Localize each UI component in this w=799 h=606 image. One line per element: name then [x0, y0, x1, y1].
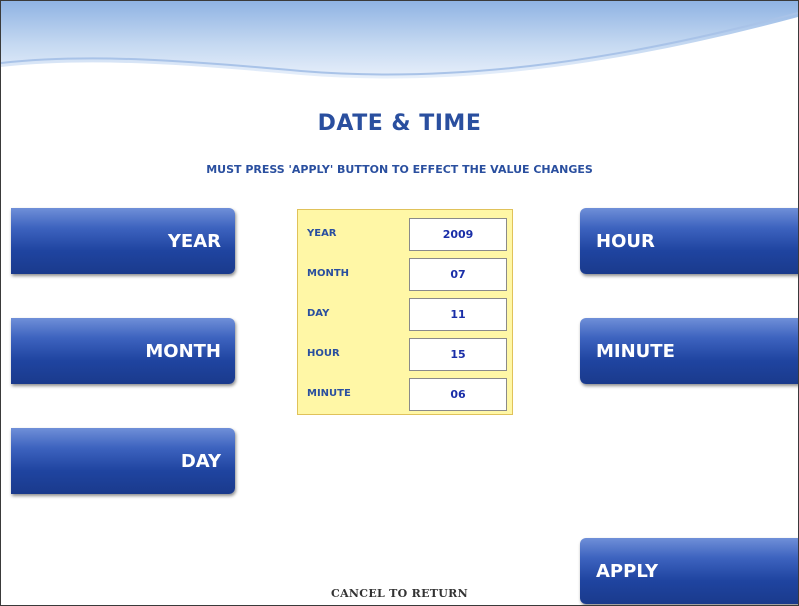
year-row: YEAR 2009 — [298, 218, 514, 254]
hour-button-label: HOUR — [596, 230, 655, 252]
hour-row: HOUR 15 — [298, 338, 514, 374]
page-title: DATE & TIME — [317, 111, 482, 136]
apply-instruction: MUST PRESS 'APPLY' BUTTON TO EFFECT THE … — [206, 163, 593, 176]
minute-button[interactable]: MINUTE — [580, 318, 798, 384]
minute-label: MINUTE — [307, 388, 351, 399]
day-row: DAY 11 — [298, 298, 514, 334]
minute-row: MINUTE 06 — [298, 378, 514, 414]
day-value: 11 — [409, 298, 507, 331]
cancel-to-return-hint: CANCEL TO RETURN — [331, 587, 468, 600]
month-button[interactable]: MONTH — [11, 318, 235, 384]
year-button[interactable]: YEAR — [11, 208, 235, 274]
hour-label: HOUR — [307, 348, 340, 359]
day-button-label: DAY — [180, 450, 221, 472]
hour-button[interactable]: HOUR — [580, 208, 798, 274]
month-label: MONTH — [307, 268, 350, 279]
minute-button-label: MINUTE — [596, 340, 675, 362]
hour-value: 15 — [409, 338, 507, 371]
day-label: DAY — [307, 308, 330, 319]
month-value: 07 — [409, 258, 507, 291]
month-button-label: MONTH — [145, 340, 221, 362]
date-time-values-panel: YEAR 2009 MONTH 07 DAY 11 HOUR 15 MINUTE… — [297, 209, 513, 415]
minute-value: 06 — [409, 378, 507, 411]
year-value: 2009 — [409, 218, 507, 251]
day-button[interactable]: DAY — [11, 428, 235, 494]
header-wave-graphic — [1, 1, 798, 79]
month-row: MONTH 07 — [298, 258, 514, 294]
year-label: YEAR — [307, 228, 337, 239]
year-button-label: YEAR — [167, 230, 221, 252]
apply-button-label: APPLY — [596, 560, 659, 582]
atm-screen: DATE & TIME MUST PRESS 'APPLY' BUTTON TO… — [0, 0, 799, 606]
